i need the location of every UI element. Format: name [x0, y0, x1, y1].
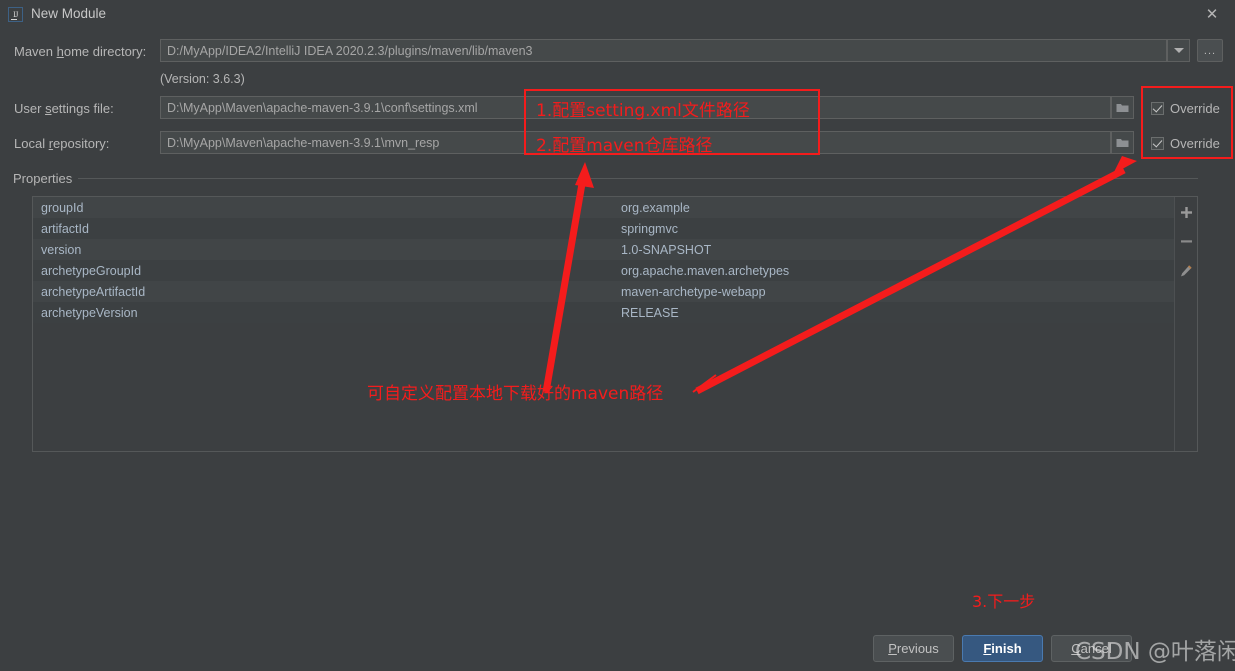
annotation-next-step-note: 3.下一步 — [972, 592, 1036, 611]
property-value: 1.0-SNAPSHOT — [621, 242, 712, 257]
property-key: archetypeGroupId — [41, 263, 142, 278]
annotation-repository-note: 2.配置maven仓库路径 — [536, 136, 713, 156]
maven-home-directory-input[interactable]: D:/MyApp/IDEA2/IntelliJ IDEA 2020.2.3/pl… — [160, 39, 1167, 62]
override-label: Override — [1170, 136, 1220, 151]
user-settings-file-label: User settings file: — [14, 101, 114, 116]
properties-toolbar — [1174, 197, 1197, 451]
intellij-idea-icon: IJ — [8, 7, 23, 22]
local-repository-browse-button[interactable] — [1111, 131, 1134, 154]
table-row[interactable]: version 1.0-SNAPSHOT — [33, 239, 1175, 260]
previous-button[interactable]: Previous — [873, 635, 954, 662]
user-settings-override-checkbox[interactable]: Override — [1151, 101, 1220, 116]
window-title: New Module — [31, 6, 107, 21]
property-key: groupId — [41, 200, 84, 215]
property-value: maven-archetype-webapp — [621, 284, 766, 299]
user-settings-browse-button[interactable] — [1111, 96, 1134, 119]
property-value: springmvc — [621, 221, 678, 236]
checkbox-indicator — [1151, 137, 1164, 150]
pencil-icon — [1181, 264, 1192, 276]
new-module-dialog: IJ New Module ✕ Maven home directory: D:… — [0, 0, 1235, 671]
properties-table-body: groupId org.example artifactId springmvc… — [33, 197, 1175, 451]
properties-table[interactable]: groupId org.example artifactId springmvc… — [32, 196, 1198, 452]
property-key: archetypeVersion — [41, 305, 138, 320]
finish-button[interactable]: Finish — [962, 635, 1043, 662]
properties-group-title: Properties — [13, 171, 73, 186]
folder-icon — [1116, 139, 1129, 147]
minus-icon — [1180, 240, 1192, 243]
property-value: org.apache.maven.archetypes — [621, 263, 790, 278]
add-property-button[interactable] — [1177, 203, 1196, 222]
maven-home-dropdown-button[interactable] — [1167, 39, 1190, 62]
local-repository-override-checkbox[interactable]: Override — [1151, 136, 1220, 151]
group-divider — [78, 178, 1198, 179]
csdn-watermark: CSDN @叶落闲庭 — [1075, 639, 1235, 665]
checkbox-indicator — [1151, 102, 1164, 115]
table-row[interactable]: archetypeVersion RELEASE — [33, 302, 1175, 323]
override-label: Override — [1170, 101, 1220, 116]
maven-home-browse-button[interactable]: ... — [1197, 39, 1223, 62]
annotation-settings-note: 1.配置setting.xml文件路径 — [536, 101, 750, 121]
property-key: archetypeArtifactId — [41, 284, 146, 299]
property-value: RELEASE — [621, 305, 679, 320]
close-icon[interactable]: ✕ — [1195, 2, 1229, 27]
plus-icon — [1180, 207, 1192, 218]
table-row[interactable]: archetypeArtifactId maven-archetype-weba… — [33, 281, 1175, 302]
folder-icon — [1116, 104, 1129, 112]
local-repository-label: Local repository: — [14, 136, 110, 151]
table-row[interactable]: archetypeGroupId org.apache.maven.archet… — [33, 260, 1175, 281]
maven-home-directory-label: Maven home directory: — [14, 44, 147, 59]
table-row[interactable]: artifactId springmvc — [33, 218, 1175, 239]
table-row[interactable]: groupId org.example — [33, 197, 1175, 218]
property-key: version — [41, 242, 82, 257]
remove-property-button[interactable] — [1177, 232, 1196, 251]
title-bar: IJ New Module ✕ — [0, 0, 1235, 29]
annotation-bottom-note: 可自定义配置本地下载好的maven路径 — [367, 384, 664, 404]
property-key: artifactId — [41, 221, 89, 236]
chevron-down-icon — [1173, 48, 1184, 53]
maven-version-note: (Version: 3.6.3) — [160, 72, 245, 86]
property-value: org.example — [621, 200, 690, 215]
edit-property-button[interactable] — [1177, 261, 1196, 280]
